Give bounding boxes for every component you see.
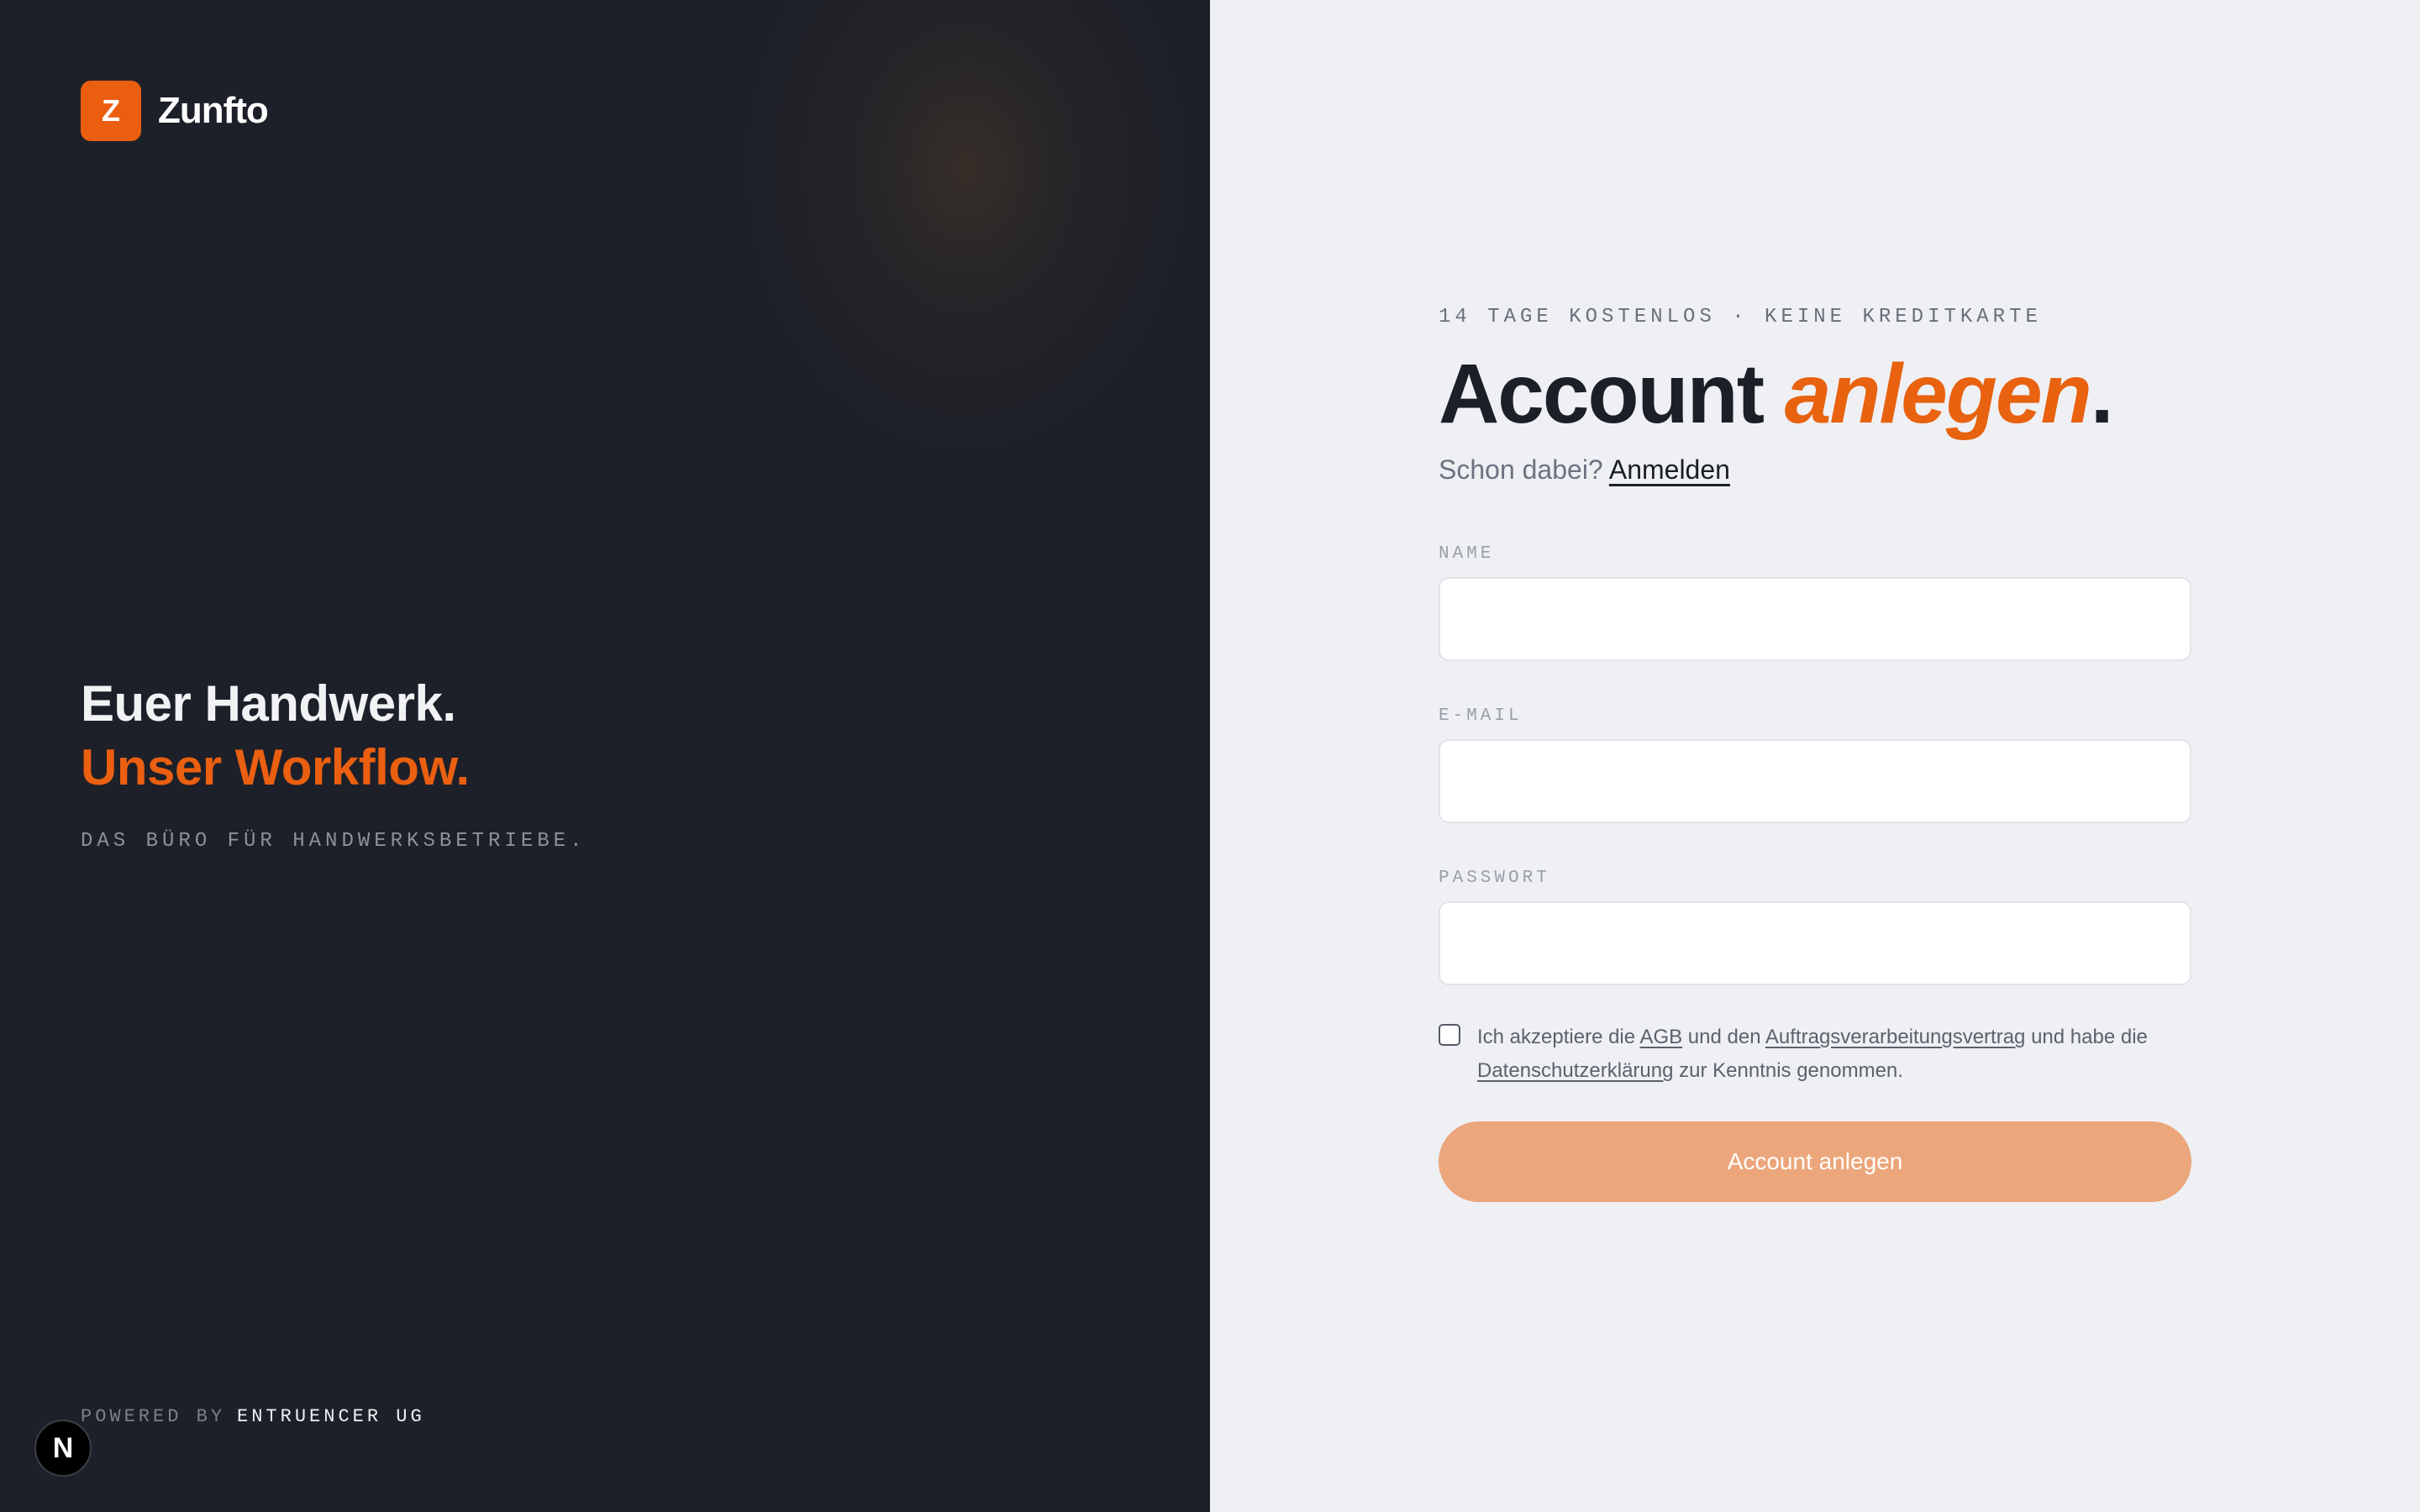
dev-tools-badge[interactable]: N (34, 1420, 92, 1477)
hero-tagline: DAS BÜRO FÜR HANDWERKSBETRIEBE. (81, 830, 587, 853)
title-main: Account (1439, 347, 1785, 441)
name-field-group: NAME (1439, 544, 2191, 661)
email-input[interactable] (1439, 739, 2191, 823)
password-input[interactable] (1439, 901, 2191, 985)
consent-row: Ich akzeptiere die AGB und den Auftragsv… (1439, 1021, 2191, 1088)
consent-part1: Ich akzeptiere die (1477, 1026, 1640, 1048)
hero-headline-line2: Unser Workflow. (81, 739, 470, 795)
brand-name: Zunfto (158, 90, 269, 131)
signin-prompt-text: Schon dabei? (1439, 454, 1609, 485)
avv-link[interactable]: Auftragsverarbeitungsvertrag (1765, 1026, 2026, 1048)
signin-link[interactable]: Anmelden (1609, 454, 1730, 485)
title-accent: anlegen (1784, 347, 2092, 441)
name-input[interactable] (1439, 577, 2191, 661)
signup-form: 14 TAGE KOSTENLOS · KEINE KREDITKARTE Ac… (1439, 306, 2191, 1202)
hero-headline-line1: Euer Handwerk. (81, 675, 456, 732)
consent-part2: und den (1682, 1026, 1765, 1048)
brand-panel: Z Zunfto Euer Handwerk. Unser Workflow. … (0, 0, 1210, 1512)
title-end: . (2090, 347, 2114, 441)
powered-by-prefix: POWERED BY (81, 1406, 226, 1427)
trial-eyebrow: 14 TAGE KOSTENLOS · KEINE KREDITKARTE (1439, 306, 2042, 328)
consent-part4: zur Kenntnis genommen. (1673, 1059, 1903, 1082)
logo-mark: Z (81, 81, 141, 141)
powered-by-company: ENTRUENCER UG (237, 1406, 425, 1427)
password-field-group: PASSWORT (1439, 869, 2191, 985)
signup-panel: 14 TAGE KOSTENLOS · KEINE KREDITKARTE Ac… (1210, 0, 2420, 1512)
email-label: E-MAIL (1439, 706, 1523, 726)
create-account-button[interactable]: Account anlegen (1439, 1121, 2191, 1202)
consent-part3: und habe die (2025, 1026, 2148, 1048)
agb-link[interactable]: AGB (1639, 1026, 1682, 1048)
password-label: PASSWORT (1439, 869, 1550, 888)
powered-by: POWERED BY ENTRUENCER UG (81, 1406, 425, 1427)
signin-prompt: Schon dabei? Anmelden (1439, 454, 2191, 486)
privacy-link[interactable]: Datenschutzerklärung (1477, 1059, 1673, 1082)
email-field-group: E-MAIL (1439, 706, 2191, 823)
consent-text: Ich akzeptiere die AGB und den Auftragsv… (1477, 1021, 2148, 1088)
background-glow (731, 0, 1202, 470)
name-label: NAME (1439, 544, 1495, 564)
brand-logo[interactable]: Z Zunfto (81, 81, 269, 141)
consent-checkbox[interactable] (1439, 1024, 1460, 1046)
page-title: Account anlegen. (1439, 344, 2191, 444)
hero-block: Euer Handwerk. Unser Workflow. DAS BÜRO … (81, 672, 586, 853)
